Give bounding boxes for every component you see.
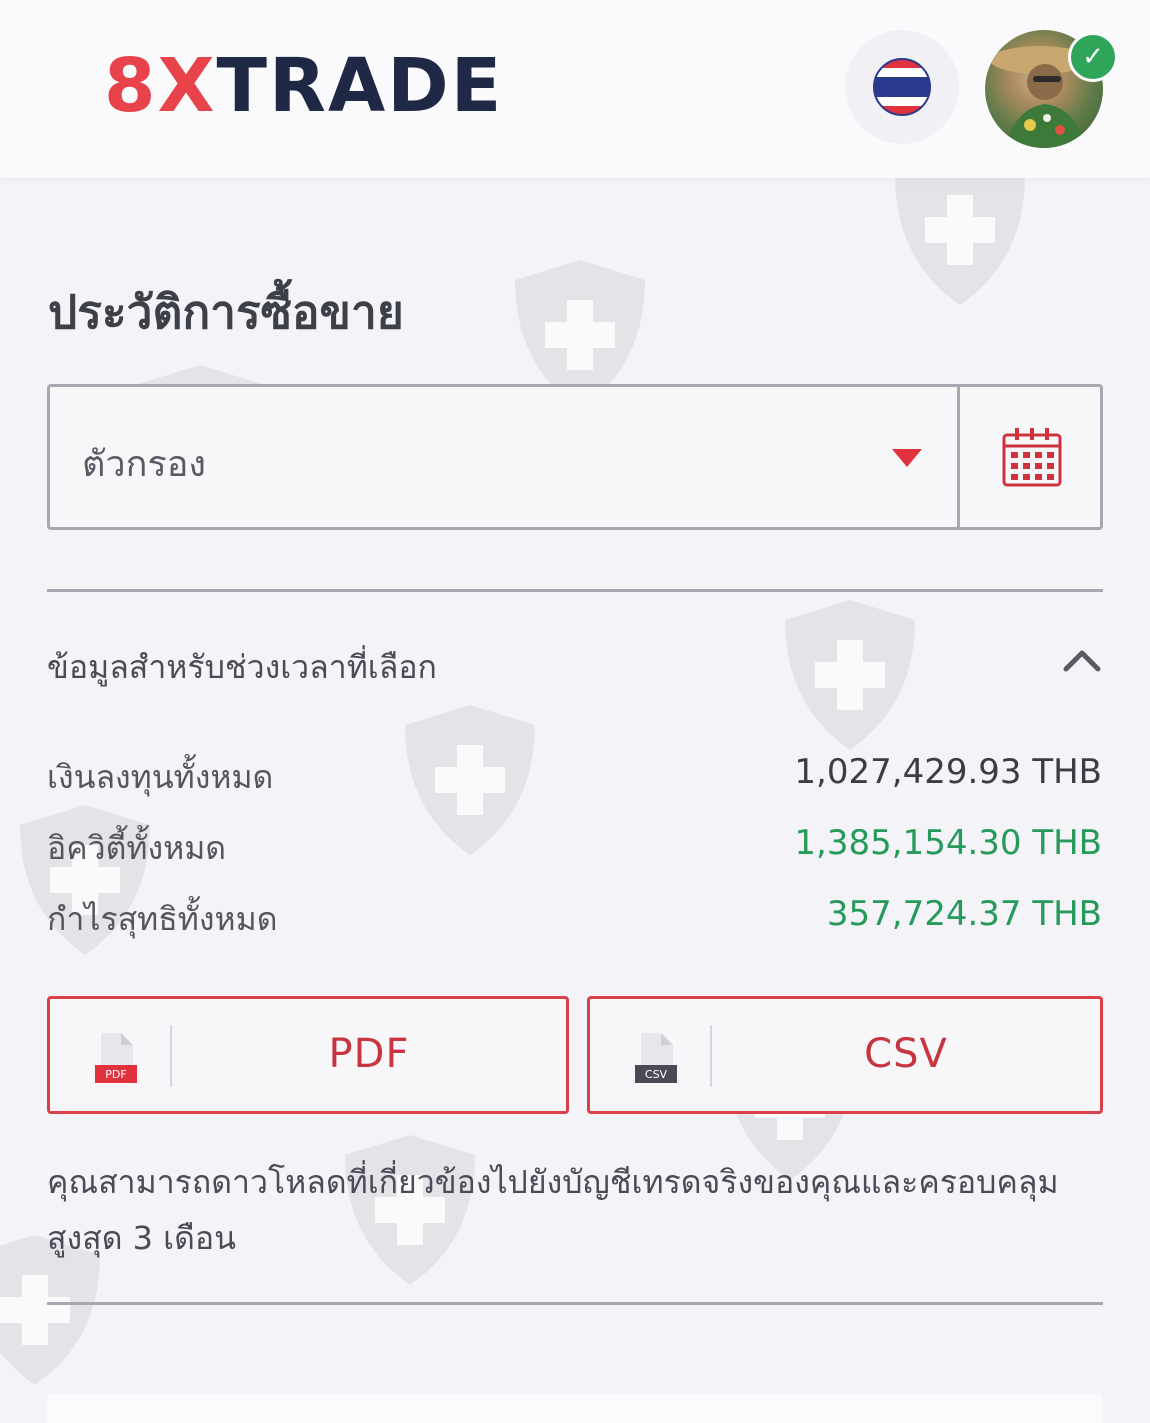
calendar-icon [1002, 428, 1061, 487]
filter-dropdown[interactable]: ตัวกรอง [47, 384, 1103, 530]
csv-tag-text: CSV [645, 1068, 668, 1081]
language-selector-button[interactable] [845, 30, 959, 144]
shield-watermark-icon [405, 705, 535, 855]
brand-logo[interactable]: 8XTRADE [104, 46, 503, 126]
total-equity-label: อิควิตี้ทั้งหมด [47, 829, 227, 867]
pdf-tag-text: PDF [105, 1068, 126, 1081]
shield-watermark-icon [785, 600, 915, 750]
csv-file-icon: CSV [635, 1033, 677, 1083]
dropdown-arrow-icon [892, 449, 922, 467]
total-net-profit-value: 357,724.37 THB [826, 894, 1102, 934]
download-pdf-button[interactable]: PDF PDF [47, 996, 569, 1114]
divider [47, 1302, 1103, 1305]
total-net-profit-label: กำไรสุทธิทั้งหมด [47, 900, 278, 938]
total-equity-value: 1,385,154.30 THB [794, 823, 1102, 863]
logo-part-trade: TRADE [216, 43, 504, 129]
divider [47, 589, 1103, 592]
next-section-card [47, 1394, 1103, 1423]
thailand-flag-icon [873, 58, 931, 116]
total-investment-label: เงินลงทุนทั้งหมด [47, 758, 274, 796]
total-investment-value: 1,027,429.93 THB [794, 752, 1102, 792]
filter-label: ตัวกรอง [82, 444, 206, 485]
download-csv-button[interactable]: CSV CSV [587, 996, 1103, 1114]
pdf-file-icon: PDF [95, 1033, 137, 1083]
chevron-up-icon[interactable] [1062, 645, 1102, 675]
page-title: ประวัติการซื้อขาย [48, 285, 404, 339]
calendar-button[interactable] [960, 387, 1103, 527]
csv-button-label: CSV [864, 1031, 948, 1077]
download-note: คุณสามารถดาวโหลดที่เกี่ยวข้องไปยังบัญชีเ… [47, 1163, 1059, 1257]
app-header: 8XTRADE ✓ [0, 0, 1150, 178]
logo-part-8x: 8X [104, 43, 217, 129]
pdf-button-label: PDF [328, 1031, 410, 1077]
summary-section-title: ข้อมูลสำหรับช่วงเวลาที่เลือก [47, 648, 437, 686]
verified-check-icon: ✓ [1068, 32, 1118, 82]
